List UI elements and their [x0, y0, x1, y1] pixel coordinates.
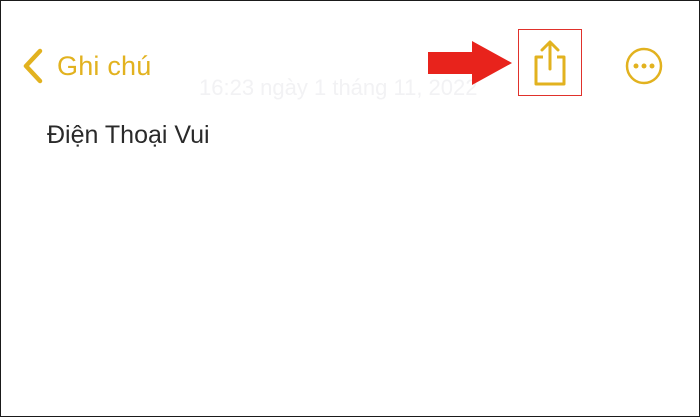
back-button[interactable]: Ghi chú [21, 47, 151, 85]
note-title[interactable]: Điện Thoại Vui [47, 123, 210, 148]
back-button-label: Ghi chú [57, 50, 152, 81]
arrow-right-icon [428, 41, 512, 85]
share-icon [534, 40, 566, 86]
notes-screen: Ghi chú 16:23 ngày 1 tháng 11, 2022 Điện… [0, 0, 700, 417]
share-button[interactable] [528, 39, 572, 87]
more-options-icon [625, 47, 663, 85]
chevron-left-icon [23, 48, 43, 84]
more-options-button[interactable] [625, 47, 663, 85]
